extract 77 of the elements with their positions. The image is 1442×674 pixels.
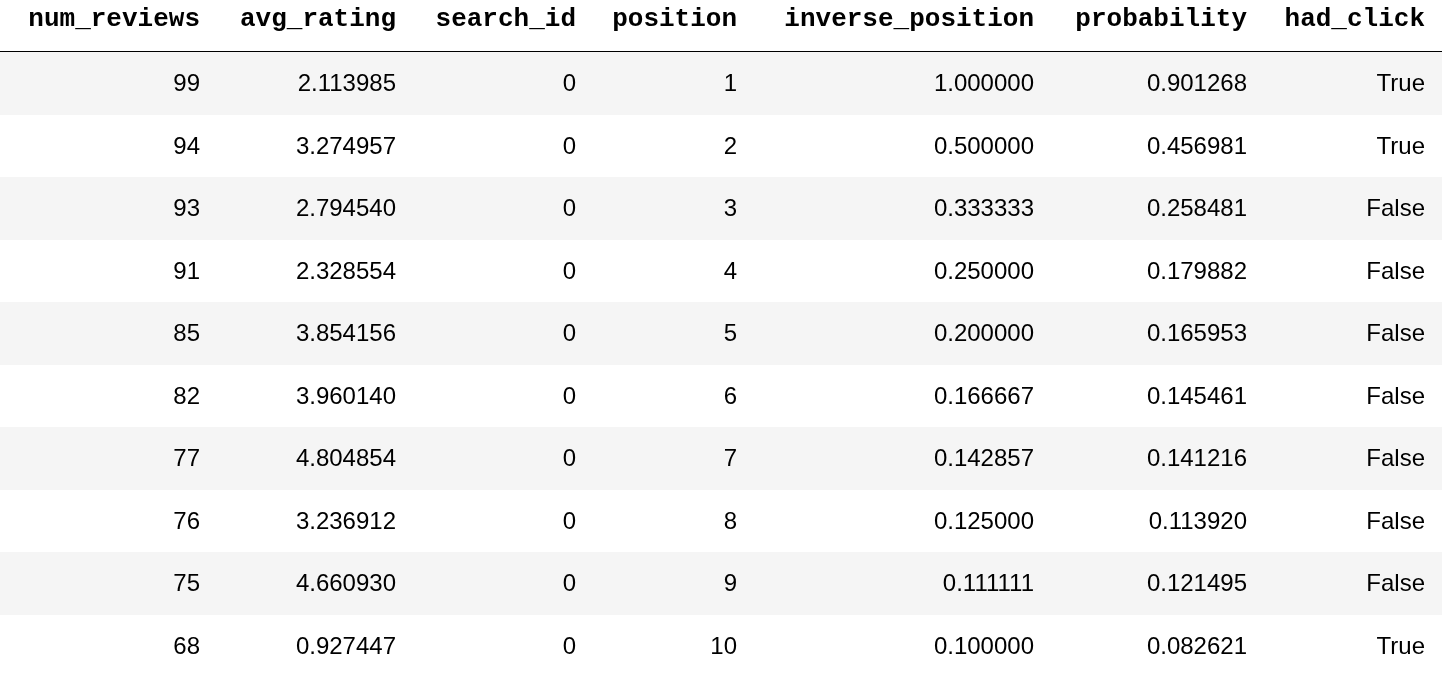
table-cell-text: 0.100000 — [933, 631, 1035, 660]
table-cell-text: 0 — [562, 381, 577, 410]
table-cell-text: 3.274957 — [295, 131, 397, 160]
table-cell-text: 0 — [562, 506, 577, 535]
table-cell-text: 6 — [723, 381, 738, 410]
table-cell-text: 0 — [562, 319, 577, 348]
table-cell-text: 4 — [723, 256, 738, 285]
table-cell-text: True — [1376, 131, 1426, 160]
table-cell-text: 0.165953 — [1146, 319, 1248, 348]
column-header: position — [612, 4, 738, 34]
table-cell-text: False — [1366, 444, 1426, 473]
table-cell-text: 3 — [723, 194, 738, 223]
table-cell-text: 0 — [562, 131, 577, 160]
table-cell-text: 0.927447 — [295, 631, 397, 660]
table-cell-text: 0.200000 — [933, 319, 1035, 348]
table-cell-text: 0.333333 — [933, 194, 1035, 223]
table-cell-text: 4.660930 — [295, 569, 397, 598]
table-cell-text: 2.794540 — [295, 194, 397, 223]
table-cell-text: 0.082621 — [1146, 631, 1248, 660]
table-cell-text: 7 — [723, 444, 738, 473]
table-cell-text: 77 — [173, 444, 201, 473]
column-header: had_click — [1284, 4, 1426, 34]
column-header: inverse_position — [784, 4, 1035, 34]
table-cell-text: 2.328554 — [295, 256, 397, 285]
table-cell-text: 10 — [710, 631, 738, 660]
table-cell-text: 2 — [723, 131, 738, 160]
table-cell-text: False — [1366, 506, 1426, 535]
table-cell-text: 2.113985 — [297, 69, 397, 98]
table-cell-text: 68 — [173, 631, 201, 660]
table-cell-text: 0 — [562, 444, 577, 473]
table-cell-text: 82 — [173, 381, 201, 410]
table-cell-text: 0.142857 — [933, 444, 1035, 473]
table-cell-text: 0.250000 — [933, 256, 1035, 285]
table-cell-text: 99 — [173, 69, 201, 98]
table-cell-text: 0.456981 — [1146, 131, 1248, 160]
table-cell-text: 93 — [173, 194, 201, 223]
table-cell-text: 0.113920 — [1148, 506, 1248, 535]
table-cell-text: 0 — [562, 569, 577, 598]
table-cell-text: 0.258481 — [1146, 194, 1248, 223]
table-cell-text: 8 — [723, 506, 738, 535]
table-cell-text: 75 — [173, 569, 201, 598]
table-cell-text: 3.236912 — [295, 506, 397, 535]
table-cell-text: False — [1366, 569, 1426, 598]
table-cell-text: 85 — [173, 319, 201, 348]
table-cell-text: 4.804854 — [295, 444, 397, 473]
table-cell-text: 0.141216 — [1146, 444, 1248, 473]
table-cell-text: 91 — [173, 256, 201, 285]
table-cell-text: 0.179882 — [1146, 256, 1248, 285]
table-cell-text: False — [1366, 256, 1426, 285]
table-cell-text: 1 — [723, 69, 738, 98]
column-header: avg_rating — [239, 4, 397, 34]
table-cell-text: 9 — [723, 569, 738, 598]
table-cell-text: 3.854156 — [295, 319, 397, 348]
table-cell-text: 0.145461 — [1146, 381, 1248, 410]
table-cell-text: 0 — [562, 194, 577, 223]
table-cell-text: 3.960140 — [295, 381, 397, 410]
column-header: search_id — [435, 4, 577, 34]
table-cell-text: 0.500000 — [933, 131, 1035, 160]
table-cell-text: 94 — [173, 131, 201, 160]
column-header: probability — [1075, 4, 1248, 34]
table-cell-text: False — [1366, 381, 1426, 410]
table-cell-text: 0.121495 — [1146, 569, 1248, 598]
table-cell-text: 0 — [562, 631, 577, 660]
table-cell-text: False — [1366, 194, 1426, 223]
table-cell-text: 0.111111 — [942, 569, 1035, 598]
table-cell-text: 76 — [173, 506, 201, 535]
column-header: num_reviews — [28, 4, 201, 34]
table-cell-text: False — [1366, 319, 1426, 348]
table-cell-text: True — [1376, 631, 1426, 660]
table-cell-text: 1.000000 — [933, 69, 1035, 98]
table-cell-text: True — [1376, 69, 1426, 98]
table-cell-text: 0.166667 — [933, 381, 1035, 410]
table-cell-text: 0.125000 — [933, 506, 1035, 535]
table-cell-text: 0 — [562, 256, 577, 285]
table-cell-text: 0 — [562, 69, 577, 98]
table-cell-text: 0.901268 — [1146, 69, 1248, 98]
table-cell-text: 5 — [723, 319, 738, 348]
